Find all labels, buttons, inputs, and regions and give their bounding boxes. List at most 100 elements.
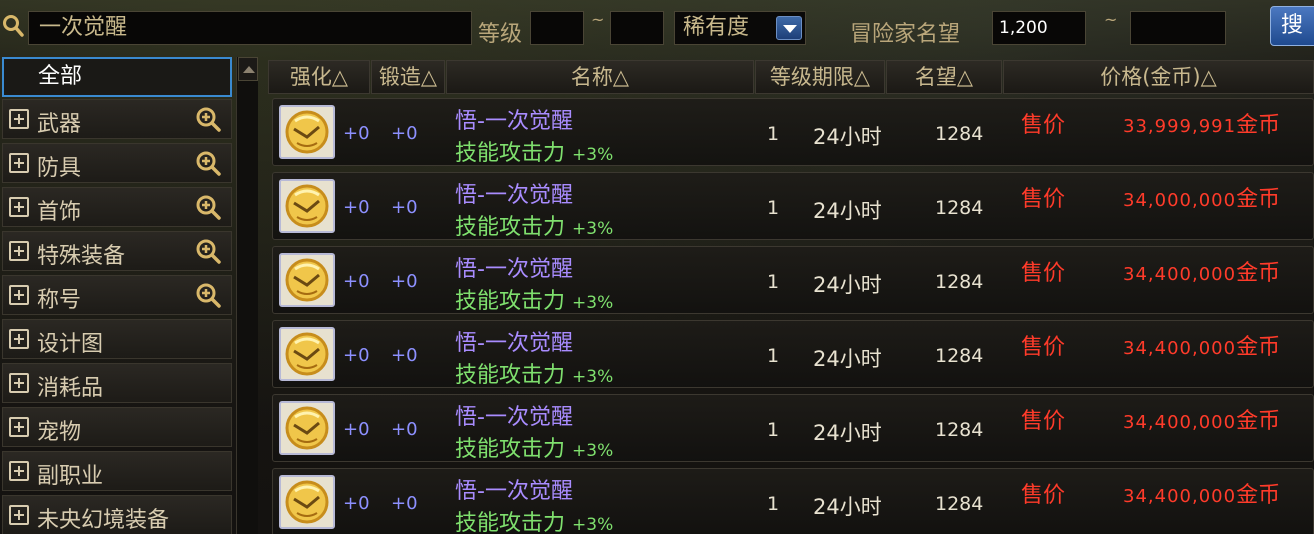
item-stat-value: +3% [572,219,614,239]
category-sidebar: 全部 武器 防具 首饰 特殊装备 称号 设计图 消耗品 宠物 副职业 未央幻境装… [0,55,262,534]
item-name[interactable]: 悟-一次觉醒 [455,251,573,283]
expand-icon[interactable] [9,109,29,129]
expand-icon[interactable] [9,329,29,349]
level-range-tilde: ~ [591,10,605,29]
item-duration: 24小时 [813,495,882,519]
rarity-select[interactable]: 稀有度 [674,11,806,45]
price-value-group: 34,400,000金币 [1123,403,1280,435]
item-icon[interactable] [279,401,335,455]
sidebar-item-pets[interactable]: 宠物 [2,407,232,447]
forge-value: +0 [391,345,418,366]
item-stat-value: +3% [572,441,614,461]
sidebar-item-sub-profession[interactable]: 副职业 [2,451,232,491]
item-duration: 24小时 [813,347,882,371]
sidebar-item-illusion-equipment[interactable]: 未央幻境装备 [2,495,232,534]
sidebar-item-weapons[interactable]: 武器 [2,99,232,139]
price-value-group: 34,400,000金币 [1123,255,1280,287]
item-level: 1 [767,123,780,145]
price-unit: 金币 [1236,335,1281,360]
item-icon[interactable] [279,327,335,381]
item-icon[interactable] [279,253,335,307]
header-enhance[interactable]: 强化△ [268,60,370,94]
expand-icon[interactable] [9,373,29,393]
item-name[interactable]: 悟-一次觉醒 [455,473,573,505]
sidebar-item-special-equipment[interactable]: 特殊装备 [2,231,232,271]
sidebar-item-all[interactable]: 全部 [2,57,232,97]
zoom-in-icon[interactable] [195,238,221,264]
sidebar-item-label: 特殊装备 [37,244,126,269]
item-name[interactable]: 悟-一次觉醒 [455,399,573,431]
zoom-in-icon[interactable] [195,150,221,176]
header-name[interactable]: 名称△ [446,60,754,94]
sidebar-item-label: 设计图 [37,332,104,357]
search-input[interactable]: 一次觉醒 [28,11,472,45]
price-value: 34,000,000 [1123,190,1237,211]
item-stat-value: +3% [572,145,614,165]
table-row[interactable]: +0 +0 悟-一次觉醒 技能攻击力 +3% 1 24小时 1284 售价 34… [272,320,1314,388]
reputation-max-input[interactable] [1130,11,1226,45]
sidebar-item-titles[interactable]: 称号 [2,275,232,315]
sidebar-scrollbar[interactable] [236,57,258,534]
expand-icon[interactable] [9,153,29,173]
expand-icon[interactable] [9,285,29,305]
item-icon[interactable] [279,105,335,159]
price-unit: 金币 [1236,483,1281,508]
sidebar-item-blueprints[interactable]: 设计图 [2,319,232,359]
item-name[interactable]: 悟-一次觉醒 [455,325,573,357]
scroll-up-icon[interactable] [238,57,258,81]
level-label: 等级 [478,22,523,47]
enhance-value: +0 [343,271,370,292]
table-row[interactable]: +0 +0 悟-一次觉醒 技能攻击力 +3% 1 24小时 1284 售价 33… [272,98,1314,166]
zoom-in-icon[interactable] [195,194,221,220]
item-reputation: 1284 [935,123,984,145]
header-reputation[interactable]: 名望△ [886,60,1002,94]
item-level: 1 [767,493,780,515]
table-row[interactable]: +0 +0 悟-一次觉醒 技能攻击力 +3% 1 24小时 1284 售价 34… [272,246,1314,314]
sidebar-item-armor[interactable]: 防具 [2,143,232,183]
chevron-down-icon[interactable] [776,16,802,40]
enhance-value: +0 [343,493,370,514]
forge-value: +0 [391,123,418,144]
item-name[interactable]: 悟-一次觉醒 [455,177,573,209]
item-stat: 技能攻击力 +3% [455,135,613,167]
table-header: 强化△ 锻造△ 名称△ 等级期限△ 名望△ 价格(金币)△ [268,60,1314,94]
search-button[interactable]: 搜 [1270,6,1314,46]
item-icon[interactable] [279,179,335,233]
rarity-select-value: 稀有度 [683,15,750,40]
item-stat-label: 技能攻击力 [455,511,566,534]
expand-icon[interactable] [9,241,29,261]
sidebar-item-label: 宠物 [37,420,82,445]
price-unit: 金币 [1236,113,1281,138]
sidebar-item-consumables[interactable]: 消耗品 [2,363,232,403]
header-level-time[interactable]: 等级期限△ [755,60,885,94]
item-stat-value: +3% [572,293,614,313]
zoom-in-icon[interactable] [195,282,221,308]
expand-icon[interactable] [9,505,29,525]
table-row[interactable]: +0 +0 悟-一次觉醒 技能攻击力 +3% 1 24小时 1284 售价 34… [272,172,1314,240]
level-max-input[interactable] [610,11,664,45]
header-forge[interactable]: 锻造△ [371,60,445,94]
item-stat-value: +3% [572,515,614,534]
sell-price-label: 售价 [1021,261,1066,286]
table-row[interactable]: +0 +0 悟-一次觉醒 技能攻击力 +3% 1 24小时 1284 售价 34… [272,468,1314,534]
sidebar-item-accessories[interactable]: 首饰 [2,187,232,227]
expand-icon[interactable] [9,197,29,217]
item-name[interactable]: 悟-一次觉醒 [455,103,573,135]
item-level: 1 [767,271,780,293]
expand-icon[interactable] [9,417,29,437]
price-value: 33,999,991 [1123,116,1237,137]
search-icon [3,15,24,37]
header-price[interactable]: 价格(金币)△ [1003,60,1314,94]
reputation-min-input[interactable]: 1,200 [992,11,1086,45]
table-row[interactable]: +0 +0 悟-一次觉醒 技能攻击力 +3% 1 24小时 1284 售价 34… [272,394,1314,462]
price-value: 34,400,000 [1123,338,1237,359]
zoom-in-icon[interactable] [195,106,221,132]
price-unit: 金币 [1236,261,1281,286]
expand-icon[interactable] [9,461,29,481]
price-value-group: 34,000,000金币 [1123,181,1280,213]
item-icon[interactable] [279,475,335,529]
price-value-group: 34,400,000金币 [1123,329,1280,361]
item-stat-label: 技能攻击力 [455,289,566,314]
level-min-input[interactable] [530,11,584,45]
search-bar: 一次觉醒 等级 ~ 稀有度 冒险家名望 1,200 ~ 搜 [0,0,1314,56]
